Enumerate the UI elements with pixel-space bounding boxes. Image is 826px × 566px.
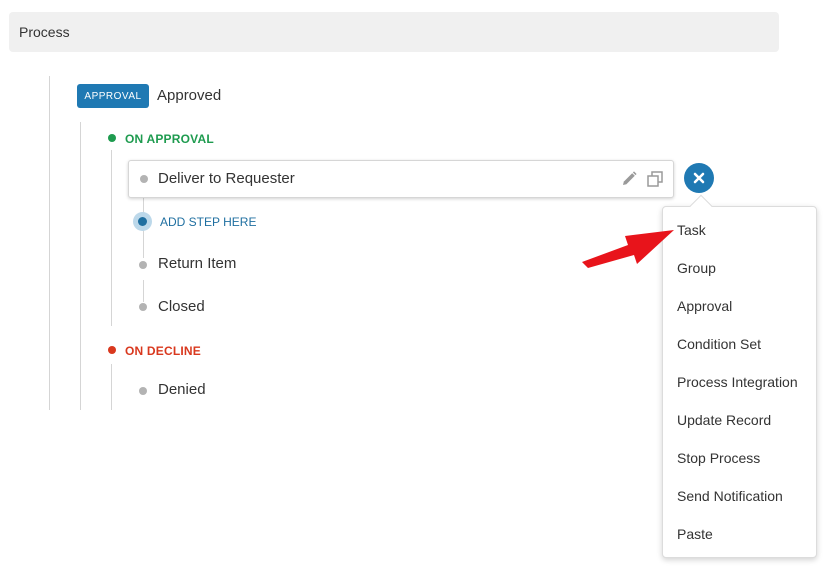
tree-line-on-approval bbox=[111, 150, 112, 326]
step-label: Deliver to Requester bbox=[158, 170, 295, 187]
tree-line-on-decline bbox=[111, 364, 112, 410]
pencil-icon[interactable] bbox=[620, 170, 638, 188]
step-dot bbox=[139, 261, 147, 269]
tree-line-outer bbox=[49, 76, 50, 410]
menu-item-approval[interactable]: Approval bbox=[677, 298, 732, 314]
add-step-marker[interactable] bbox=[133, 212, 152, 231]
tree-line-approval bbox=[80, 122, 81, 410]
on-approval-label: ON APPROVAL bbox=[125, 132, 214, 146]
menu-item-group[interactable]: Group bbox=[677, 260, 716, 276]
step-denied[interactable]: Denied bbox=[158, 381, 206, 398]
menu-item-send-notification[interactable]: Send Notification bbox=[677, 488, 783, 504]
step-dot bbox=[139, 387, 147, 395]
add-step-marker-inner bbox=[138, 217, 147, 226]
menu-item-task[interactable]: Task bbox=[677, 222, 706, 238]
menu-item-paste[interactable]: Paste bbox=[677, 526, 713, 542]
copy-icon[interactable] bbox=[646, 170, 664, 188]
step-return-item[interactable]: Return Item bbox=[158, 255, 236, 272]
on-decline-label: ON DECLINE bbox=[125, 344, 202, 358]
close-icon bbox=[693, 172, 705, 184]
red-arrow-icon bbox=[582, 230, 674, 268]
step-connector-3 bbox=[143, 280, 144, 302]
step-closed[interactable]: Closed bbox=[158, 298, 205, 315]
on-decline-dot bbox=[108, 346, 116, 354]
add-step-menu: Task Group Approval Condition Set Proces… bbox=[662, 206, 817, 558]
menu-item-condition-set[interactable]: Condition Set bbox=[677, 336, 761, 352]
approval-badge[interactable]: APPROVAL bbox=[77, 84, 149, 108]
add-step-here-link[interactable]: ADD STEP HERE bbox=[160, 215, 256, 229]
menu-item-stop-process[interactable]: Stop Process bbox=[677, 450, 760, 466]
step-dot bbox=[140, 175, 148, 183]
close-menu-button[interactable] bbox=[684, 163, 714, 193]
step-card-deliver[interactable]: Deliver to Requester bbox=[128, 160, 674, 198]
menu-item-update-record[interactable]: Update Record bbox=[677, 412, 771, 428]
header-title: Process bbox=[19, 24, 70, 40]
process-header: Process bbox=[9, 12, 779, 52]
on-approval-dot bbox=[108, 134, 116, 142]
approval-status: Approved bbox=[157, 87, 222, 104]
menu-item-process-integration[interactable]: Process Integration bbox=[677, 374, 798, 390]
step-connector-2 bbox=[143, 230, 144, 258]
step-dot bbox=[139, 303, 147, 311]
